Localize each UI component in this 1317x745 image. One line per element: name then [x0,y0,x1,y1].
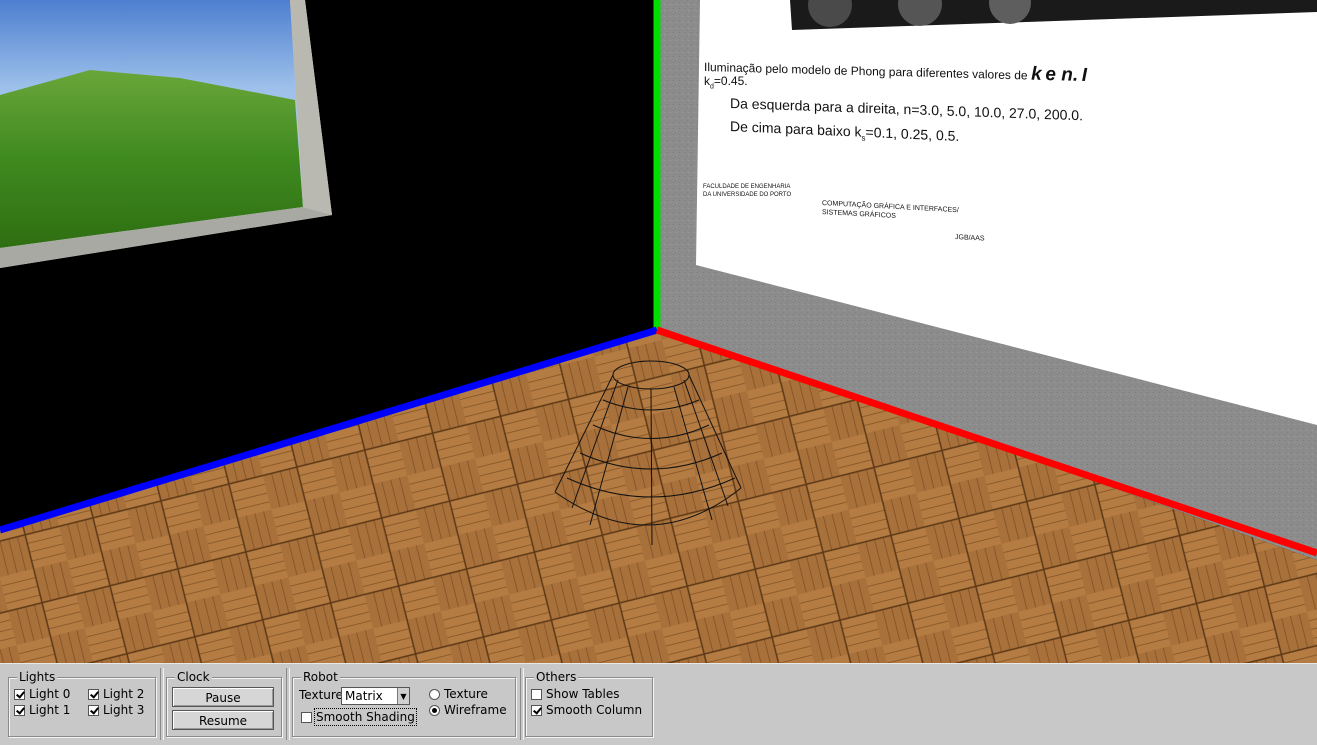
robot-title: Robot [301,670,340,684]
light-0-checkbox[interactable]: Light 0 [14,686,70,702]
texture-radio-label: Texture [444,687,488,701]
light-2-checkbox[interactable]: Light 2 [88,686,144,702]
smooth-column-check-icon [531,704,542,716]
separator [520,668,524,740]
resume-button[interactable]: Resume [172,710,274,730]
light-3-checkbox[interactable]: Light 3 [88,702,144,718]
light-3-label: Light 3 [103,703,145,717]
clock-title: Clock [175,670,212,684]
wireframe-radio-icon [429,704,440,716]
lights-title: Lights [17,670,58,684]
lights-group: Lights Light 0 Light 1 Light 2 Light 3 [8,670,156,737]
clock-group: Clock Pause Resume [166,670,282,737]
smooth-column-label: Smooth Column [546,703,643,717]
light-1-label: Light 1 [29,703,71,717]
poster-footer-right: JGB/AAS [955,234,985,243]
light-1-checkbox[interactable]: Light 1 [14,702,70,718]
others-group: Others Show Tables Smooth Column [525,670,653,737]
show-tables-checkbox[interactable]: Show Tables [531,686,619,702]
control-panel: Lights Light 0 Light 1 Light 2 Light 3 C… [0,663,1317,745]
poster-footer-left: FACULDADE DE ENGENHARIA DA UNIVERSIDADE D… [703,184,792,198]
light-1-check-icon [14,704,25,716]
light-2-label: Light 2 [103,687,145,701]
texture-select[interactable]: Matrix ▼ [341,687,410,705]
light-2-check-icon [88,688,99,700]
robot-group: Robot Texture Matrix ▼ Smooth Shading Te… [292,670,516,737]
texture-label: Texture [299,688,343,702]
texture-radio[interactable]: Texture [429,686,488,702]
chevron-down-icon: ▼ [397,688,409,704]
smooth-shading-label: Smooth Shading [314,708,417,726]
smooth-shading-checkbox[interactable]: Smooth Shading [301,708,417,726]
pause-button[interactable]: Pause [172,687,274,707]
light-0-check-icon [14,688,25,700]
3d-viewport[interactable]: Iluminação pelo modelo de Phong para dif… [0,0,1317,663]
light-0-label: Light 0 [29,687,71,701]
poster-kd-line: kd=0.45. [704,74,748,91]
wireframe-radio[interactable]: Wireframe [429,702,507,718]
separator [286,668,290,740]
scene-canvas [0,0,1317,663]
texture-radio-icon [429,688,440,700]
smooth-column-checkbox[interactable]: Smooth Column [531,702,642,718]
wireframe-radio-label: Wireframe [444,703,507,717]
texture-select-value: Matrix [345,689,383,703]
smooth-shading-check-icon [301,711,312,723]
separator [160,668,164,740]
show-tables-label: Show Tables [546,687,620,701]
show-tables-check-icon [531,688,542,700]
others-title: Others [534,670,579,684]
light-3-check-icon [88,704,99,716]
